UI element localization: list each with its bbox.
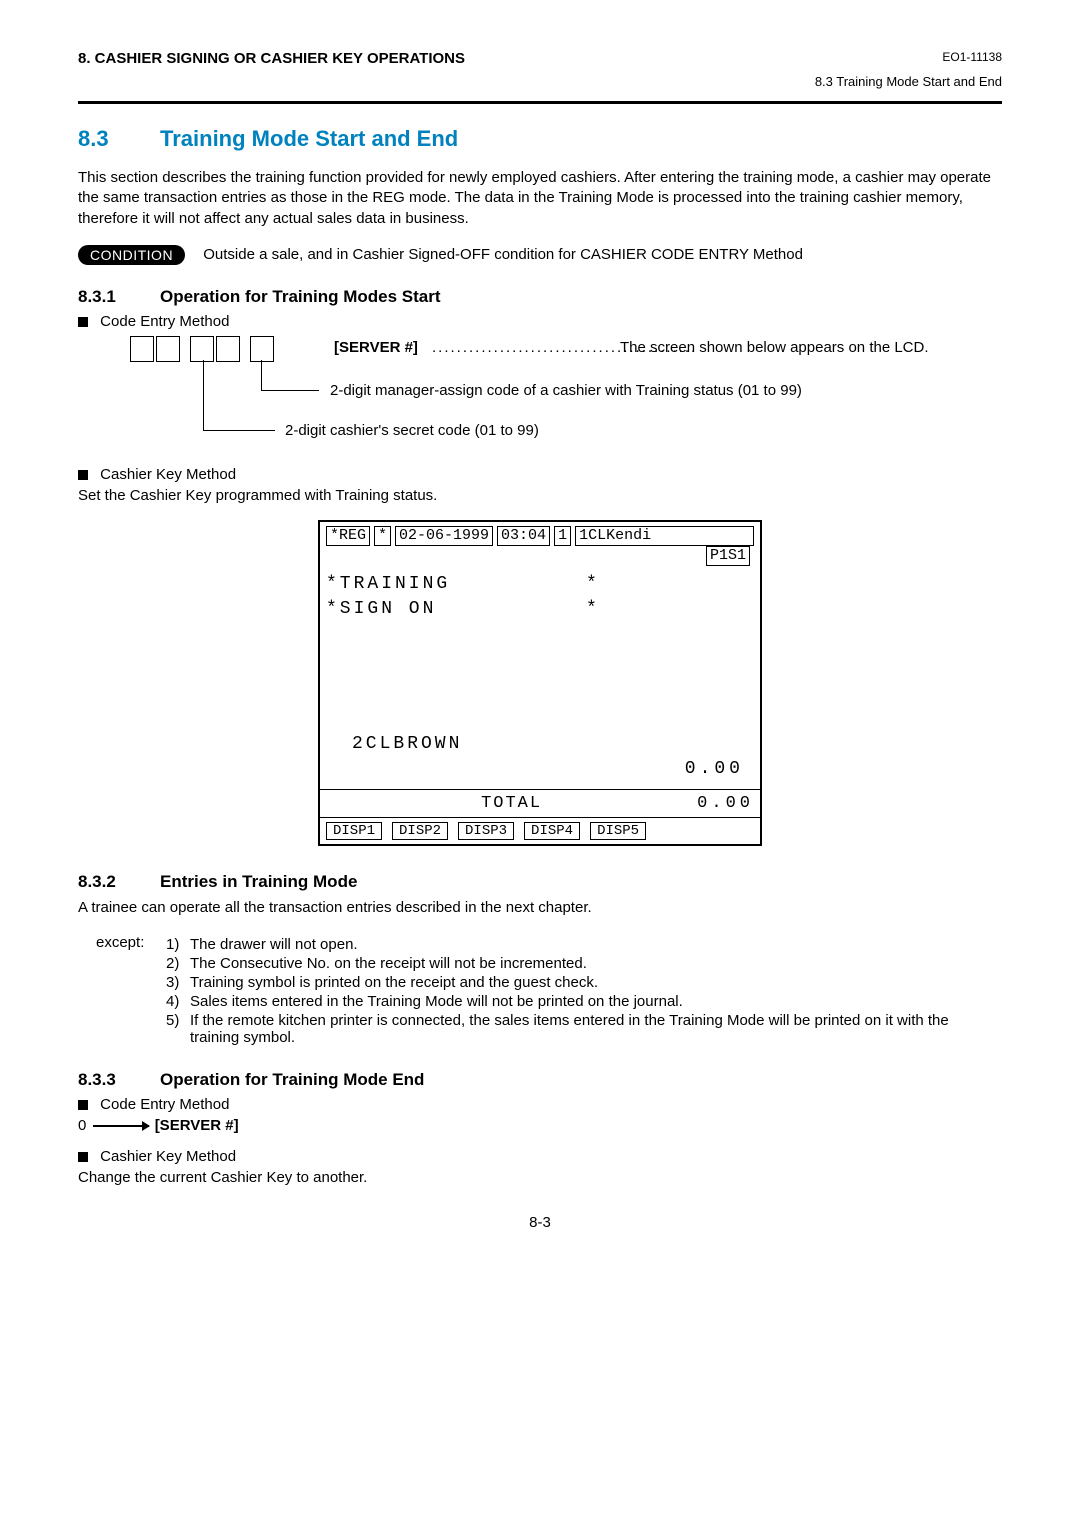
lcd-line1-left: *TRAINING [326, 572, 586, 597]
sub3-heading: Operation for Training Mode End [160, 1070, 424, 1090]
bullet-icon [78, 1152, 88, 1162]
sub1-code-entry-label: Code Entry Method [100, 313, 229, 330]
subsection-1-title: 8.3.1 Operation for Training Modes Start [78, 287, 1002, 307]
condition-pill: CONDITION [78, 245, 185, 265]
lcd-disp5: DISP5 [590, 822, 646, 840]
arrow-icon [93, 1125, 149, 1127]
section-num: 8.3 [78, 126, 160, 152]
lcd-p1s1: P1S1 [706, 546, 750, 566]
lcd-total-amount: 0.00 [697, 794, 754, 813]
sub1-cashier-key-label: Cashier Key Method [100, 466, 236, 483]
bullet-icon [78, 317, 88, 327]
condition-text: Outside a sale, and in Cashier Signed-OF… [203, 246, 803, 263]
subsection-2-title: 8.3.2 Entries in Training Mode [78, 872, 1002, 892]
key-box [130, 336, 154, 362]
bullet-icon [78, 470, 88, 480]
lcd-line2-left: *SIGN ON [326, 597, 586, 622]
subsection-3-title: 8.3.3 Operation for Training Mode End [78, 1070, 1002, 1090]
sub2-para: A trainee can operate all the transactio… [78, 898, 1002, 918]
lcd-disp-row: DISP1 DISP2 DISP3 DISP4 DISP5 [320, 817, 760, 844]
lcd-body: *TRAINING* *SIGN ON* 2CLBROWN 0.00 [320, 570, 760, 789]
sub3-cashier-key: Cashier Key Method [78, 1148, 1002, 1165]
page-header: 8. CASHIER SIGNING OR CASHIER KEY OPERAT… [78, 50, 1002, 89]
header-rule [78, 101, 1002, 104]
chapter-title: 8. CASHIER SIGNING OR CASHIER KEY OPERAT… [78, 50, 465, 67]
lcd-disp4: DISP4 [524, 822, 580, 840]
page-number: 8-3 [78, 1214, 1002, 1231]
lcd-time: 03:04 [497, 526, 550, 546]
lcd-clerk: 1CLKendi [575, 526, 754, 546]
diagram-line [261, 360, 262, 390]
sub3-code-entry-label: Code Entry Method [100, 1096, 229, 1113]
sub3-num: 8.3.3 [78, 1070, 160, 1090]
key-box [250, 336, 274, 362]
lcd-reg: *REG [326, 526, 370, 546]
sub2-num: 8.3.2 [78, 872, 160, 892]
sub1-cashier-key-text: Set the Cashier Key programmed with Trai… [78, 487, 1002, 504]
sub2-heading: Entries in Training Mode [160, 872, 357, 892]
lcd-total-row: TOTAL 0.00 [320, 789, 760, 817]
diagram-line [261, 390, 319, 391]
section-heading: Training Mode Start and End [160, 126, 458, 152]
key-box [190, 336, 214, 362]
except-item: 3)Training symbol is printed on the rece… [166, 974, 1002, 991]
lcd-disp2: DISP2 [392, 822, 448, 840]
lcd-date: 02-06-1999 [395, 526, 493, 546]
except-item: 5)If the remote kitchen printer is conne… [166, 1012, 1002, 1046]
diagram-line [203, 430, 275, 431]
condition-row: CONDITION Outside a sale, and in Cashier… [78, 245, 1002, 265]
lcd-line1-right: * [586, 572, 600, 597]
lcd-status-bar: *REG * 02-06-1999 03:04 1 1CLKendi [326, 526, 754, 546]
lcd-star: * [374, 526, 391, 546]
except-label: except: [96, 934, 166, 1048]
sub3-cashier-key-text: Change the current Cashier Key to anothe… [78, 1169, 1002, 1186]
lcd-line2-right: * [586, 597, 600, 622]
header-sub: 8.3 Training Mode Start and End [815, 74, 1002, 89]
sub1-num: 8.3.1 [78, 287, 160, 307]
lcd-appears-note: The screen shown below appears on the LC… [620, 339, 929, 356]
except-item: 4)Sales items entered in the Training Mo… [166, 993, 1002, 1010]
doc-id: EO1-11138 [815, 50, 1002, 64]
server-hash-key: [SERVER #] [334, 339, 418, 356]
diagram-legend-2: 2-digit cashier's secret code (01 to 99) [285, 422, 539, 439]
lcd-total-label: TOTAL [481, 794, 542, 813]
sub3-code-entry: Code Entry Method [78, 1096, 1002, 1113]
sub3-cashier-key-label: Cashier Key Method [100, 1148, 236, 1165]
key-box [156, 336, 180, 362]
except-item: 1)The drawer will not open. [166, 936, 1002, 953]
sub1-cashier-key: Cashier Key Method [78, 466, 1002, 483]
key-entry-diagram: [SERVER #] .............................… [130, 336, 1002, 448]
diagram-line [203, 360, 204, 430]
lcd-screen: *REG * 02-06-1999 03:04 1 1CLKendi P1S1 … [318, 520, 762, 846]
sub3-sequence: 0 [SERVER #] [78, 1117, 1002, 1134]
lcd-one: 1 [554, 526, 571, 546]
sub1-code-entry: Code Entry Method [78, 313, 1002, 330]
section-para: This section describes the training func… [78, 168, 1002, 229]
except-block: except: 1)The drawer will not open. 2)Th… [96, 934, 1002, 1048]
key-box [216, 336, 240, 362]
sub3-server-hash: [SERVER #] [155, 1117, 239, 1134]
lcd-disp1: DISP1 [326, 822, 382, 840]
lcd-amount: 0.00 [326, 757, 754, 782]
except-list: 1)The drawer will not open. 2)The Consec… [166, 934, 1002, 1048]
diagram-legend-1: 2-digit manager-assign code of a cashier… [330, 382, 802, 399]
header-right: EO1-11138 8.3 Training Mode Start and En… [815, 50, 1002, 89]
sub3-zero: 0 [78, 1117, 86, 1134]
section-title: 8.3 Training Mode Start and End [78, 126, 1002, 152]
except-item: 2)The Consecutive No. on the receipt wil… [166, 955, 1002, 972]
sub1-heading: Operation for Training Modes Start [160, 287, 441, 307]
bullet-icon [78, 1100, 88, 1110]
lcd-disp3: DISP3 [458, 822, 514, 840]
lcd-name: 2CLBROWN [326, 732, 754, 757]
